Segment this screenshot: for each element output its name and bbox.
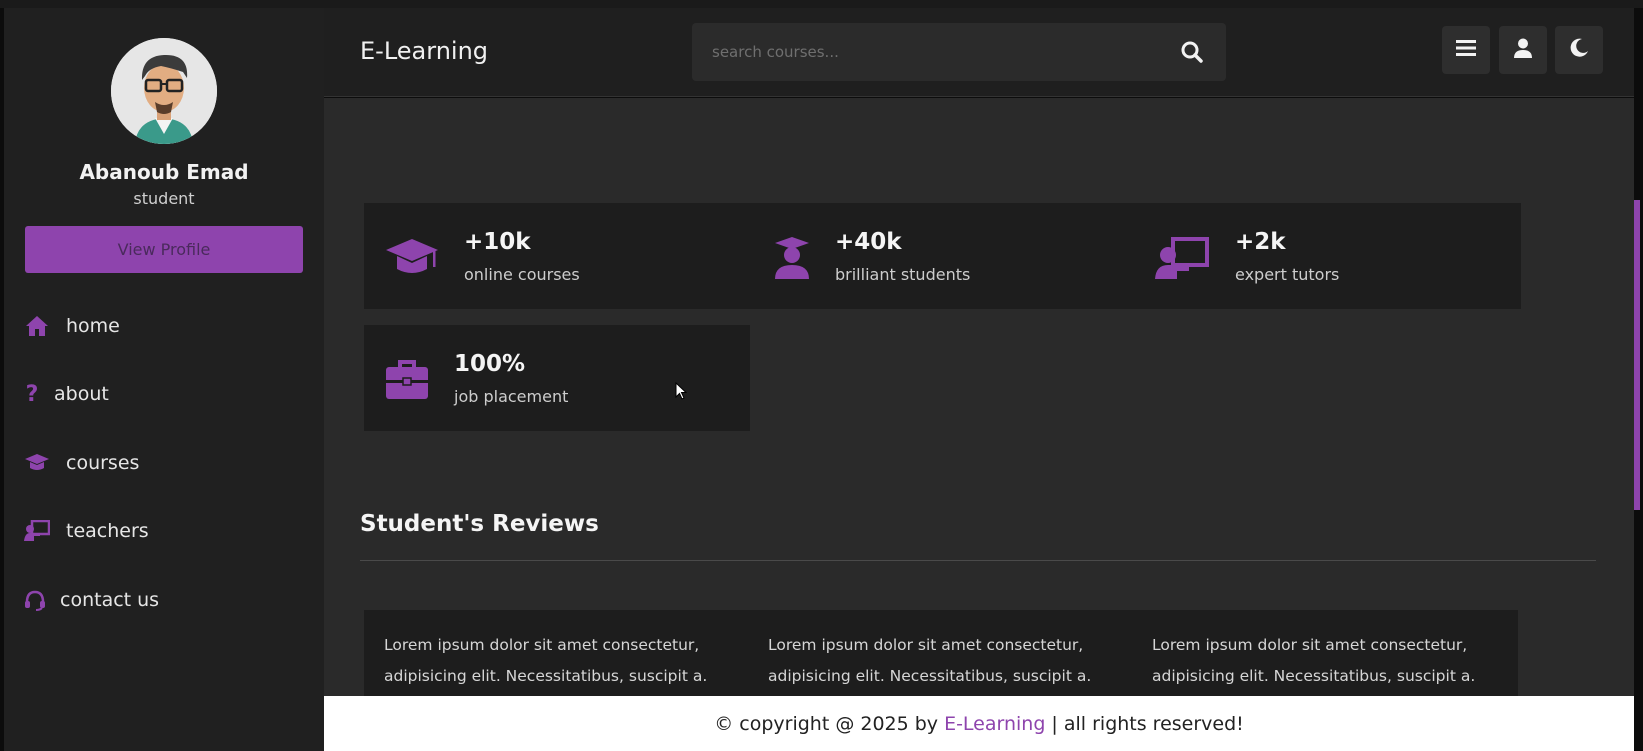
question-icon: ? [25,381,39,407]
review-text: Lorem ipsum dolor sit amet consectetur, … [768,636,1092,685]
stat-value: +10k [464,229,531,255]
avatar[interactable] [111,38,217,144]
sidebar-item-label: contact us [60,589,160,611]
sidebar-item-about[interactable]: ? about [24,374,304,414]
profile-role: student [133,189,195,208]
footer-brand-link[interactable]: E-Learning [944,713,1045,735]
sidebar-item-contact-us[interactable]: contact us [24,580,304,620]
briefcase-icon [384,357,430,403]
sidebar-item-label: home [66,315,120,337]
window-top-strip [0,0,1643,8]
reviews-section-title: Student's Reviews [360,511,599,537]
user-button[interactable] [1499,26,1547,74]
stat-card-job-placement: 100% job placement [364,325,750,431]
stat-card-courses: +10k online courses [364,203,750,309]
brand-logo-text[interactable]: E-Learning [360,37,488,65]
avatar-illustration-icon [111,38,217,144]
top-header: E-Learning [324,8,1634,97]
graduation-cap-icon [24,450,50,476]
section-divider [360,560,1596,561]
graduation-cap-icon [384,235,440,281]
review-card: Lorem ipsum dolor sit amet consectetur, … [748,610,1134,700]
sidebar-item-teachers[interactable]: teachers [24,511,304,551]
stat-card-tutors: +2k expert tutors [1135,203,1521,309]
sidebar-item-label: about [54,383,109,405]
stat-value: +40k [835,229,902,255]
stat-card-students: +40k brilliant students [749,203,1135,309]
page-footer: © copyright @ 2025 by E-Learning | all r… [324,696,1634,751]
stat-label: brilliant students [835,265,971,284]
stat-label: online courses [464,265,580,284]
footer-copyright-prefix: © copyright @ 2025 by [714,712,939,735]
sidebar-item-label: courses [66,452,140,474]
sidebar-item-label: teachers [66,520,149,542]
main-content: +10k online courses +40k brilliant stude… [324,98,1634,700]
student-icon [769,235,815,281]
menu-button[interactable] [1442,26,1490,74]
view-profile-button[interactable]: View Profile [25,226,303,273]
sidebar-item-home[interactable]: home [24,306,304,346]
headset-icon [24,587,46,613]
stat-value: 100% [454,351,526,377]
profile-name: Abanoub Emad [79,160,249,184]
moon-icon [1569,38,1589,62]
sidebar-item-courses[interactable]: courses [24,443,304,483]
theme-toggle-button[interactable] [1555,26,1603,74]
teacher-board-icon [24,518,50,544]
review-card: Lorem ipsum dolor sit amet consectetur, … [1132,610,1518,700]
sidebar: Abanoub Emad student View Profile home ?… [4,8,324,751]
footer-copyright-suffix: | all rights reserved! [1051,712,1244,735]
teacher-board-icon [1155,235,1211,281]
stat-label: job placement [454,387,569,406]
review-text: Lorem ipsum dolor sit amet consectetur, … [384,636,708,685]
user-icon [1513,38,1533,62]
review-text: Lorem ipsum dolor sit amet consectetur, … [1152,636,1476,685]
stat-label: expert tutors [1235,265,1340,284]
menu-icon [1456,39,1476,61]
home-icon [24,313,50,339]
mouse-cursor-icon [675,381,688,400]
search-icon[interactable] [1180,40,1204,64]
search-input[interactable] [712,37,1152,67]
review-card: Lorem ipsum dolor sit amet consectetur, … [364,610,750,700]
scrollbar-thumb[interactable] [1634,200,1640,510]
search-bar [692,23,1226,81]
stat-value: +2k [1235,229,1286,255]
